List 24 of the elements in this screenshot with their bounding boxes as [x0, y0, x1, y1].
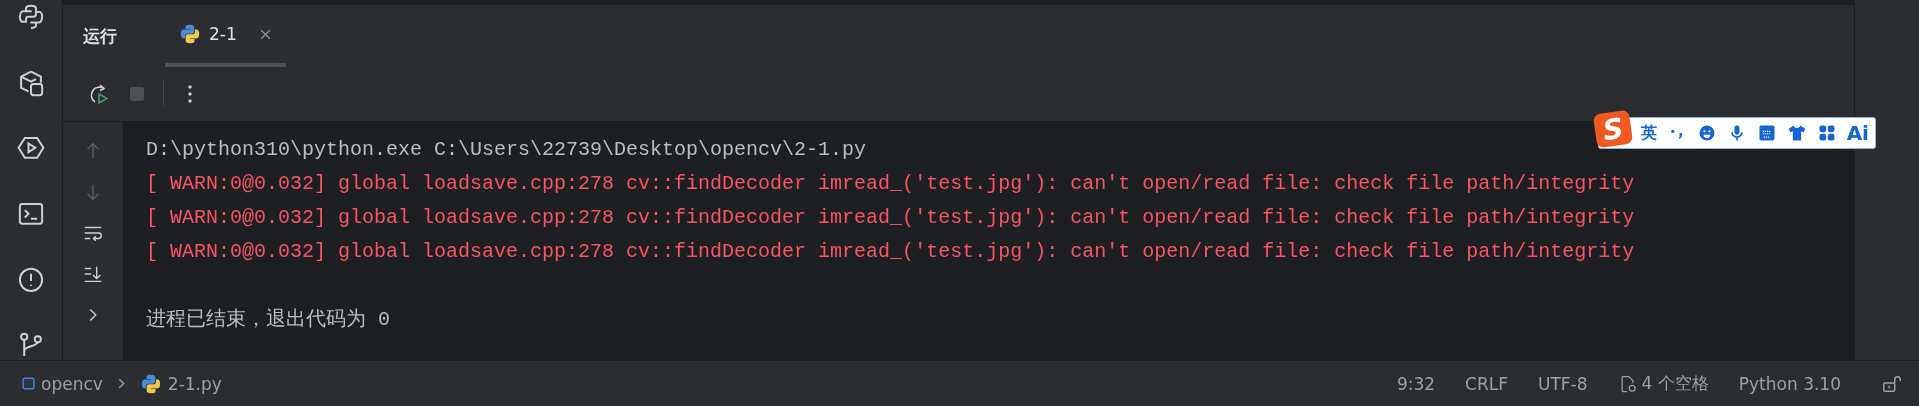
- keyboard-icon[interactable]: [1756, 123, 1777, 143]
- close-icon[interactable]: [258, 27, 272, 41]
- language-toggle[interactable]: 英: [1641, 122, 1657, 144]
- breadcrumb[interactable]: opencv: [22, 373, 103, 394]
- warning-line: [ WARN:0@0.032] global loadsave.cpp:278 cv::findDecoder imread_('test.jpg'): can't open/read file: check file path/integrity: [146, 239, 1636, 265]
- console-line: D:\python310\python.exe C:\Users\22739\Desktop\opencv\2-1.py: [146, 137, 868, 163]
- breadcrumb[interactable]: 2-1.py: [139, 372, 222, 395]
- ai-button[interactable]: Ai: [1846, 121, 1869, 145]
- python-icon: [139, 372, 162, 395]
- python-icon[interactable]: [16, 2, 46, 32]
- indent-widget[interactable]: 4 个空格: [1617, 372, 1709, 395]
- warning-line: [ WARN:0@0.032] global loadsave.cpp:278 cv::findDecoder imread_('test.jpg'): can't open/read file: check file path/integrity: [146, 171, 1636, 197]
- status-item[interactable]: UTF-8: [1538, 373, 1588, 394]
- python-icon: [179, 23, 201, 45]
- tab-label: 2-1: [209, 24, 237, 44]
- status-item[interactable]: Python 3.10: [1738, 373, 1841, 394]
- status-item[interactable]: CRLF: [1465, 373, 1508, 394]
- exit-message: 进程已结束，退出代码为 0: [146, 307, 391, 333]
- apps-grid-icon[interactable]: [1816, 123, 1837, 143]
- warning-line: [ WARN:0@0.032] global loadsave.cpp:278 cv::findDecoder imread_('test.jpg'): can't open/read file: check file path/integrity: [146, 205, 1636, 231]
- status-item[interactable]: 9:32: [1396, 373, 1436, 394]
- shirt-icon[interactable]: [1786, 123, 1807, 143]
- panel-title: 运行: [83, 24, 117, 48]
- run-tab[interactable]: 2-1: [165, 5, 286, 67]
